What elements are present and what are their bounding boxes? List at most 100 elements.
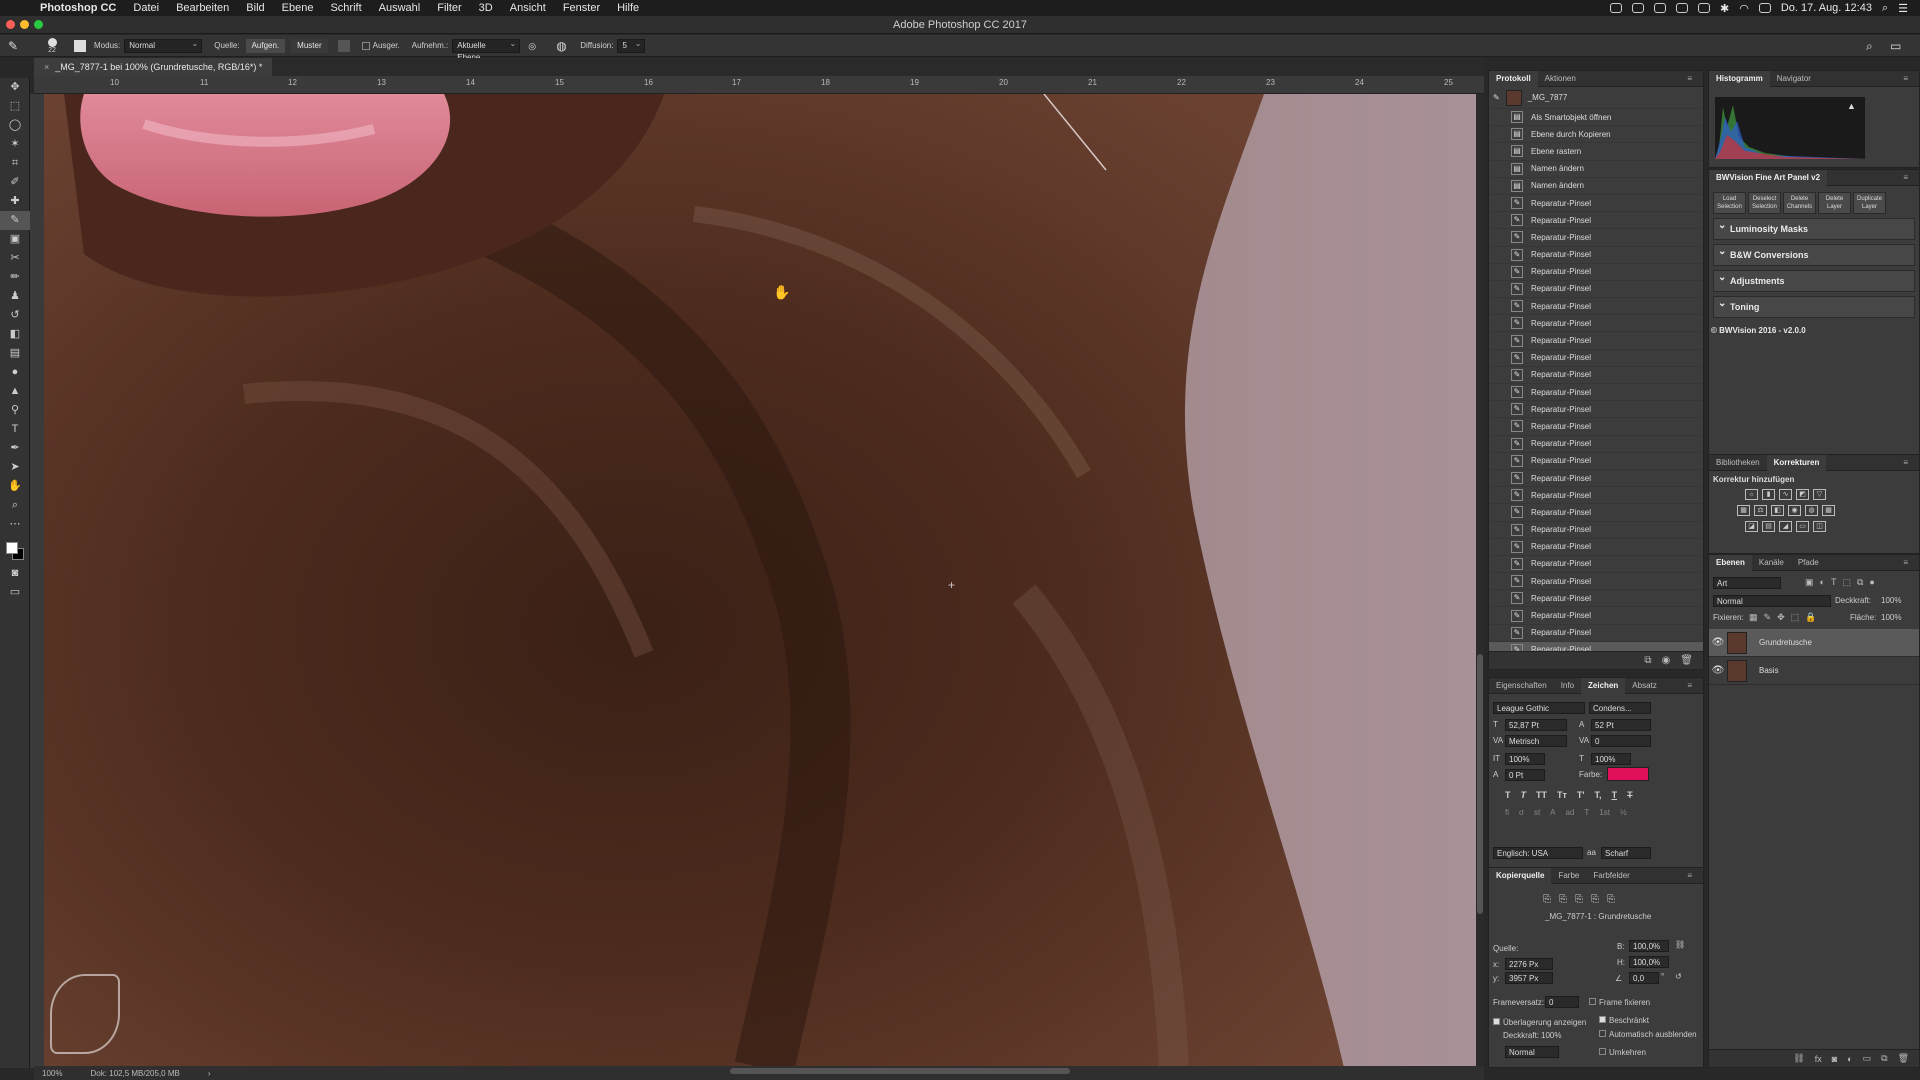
clone-source-4-icon[interactable]: ⎘ (1591, 894, 1599, 905)
time-machine-icon[interactable] (1697, 3, 1710, 13)
filter-type-icon[interactable]: T (1831, 577, 1837, 588)
panel-menu-icon[interactable]: ≡ (1680, 678, 1699, 694)
layer-row[interactable]: 👁 Basis (1709, 657, 1919, 685)
menu-app[interactable]: Photoshop CC (40, 2, 116, 14)
history-item[interactable]: ✎ Reparatur-Pinsel (1489, 522, 1703, 539)
layer-filter-select[interactable]: Art (1713, 577, 1781, 589)
blend-mode-select[interactable]: Normal (1713, 595, 1831, 607)
clone-source-5-icon[interactable]: ⎘ (1607, 894, 1615, 905)
filter-pixel-icon[interactable]: ▣ (1805, 577, 1814, 588)
menu-3d[interactable]: 3D (479, 2, 493, 14)
eraser-tool-icon[interactable]: ◧ (0, 325, 30, 344)
toggle-brush-panel-icon[interactable] (74, 39, 86, 52)
gradient-map-icon[interactable]: ▭ (1796, 521, 1809, 532)
pressure-icon[interactable]: ◍ (556, 39, 570, 53)
tab-pfade[interactable]: Pfade (1791, 555, 1826, 571)
history-item[interactable]: ▤ Namen ändern (1489, 161, 1703, 178)
superscript-button[interactable]: T' (1577, 790, 1585, 800)
history-item[interactable]: ✎ Reparatur-Pinsel (1489, 315, 1703, 333)
stamp-tool-icon[interactable]: ♟ (0, 287, 30, 306)
history-item[interactable]: ✎ Reparatur-Pinsel (1489, 436, 1703, 453)
lock-position-icon[interactable]: ✥ (1777, 612, 1785, 623)
load-selection-button[interactable]: Load Selection (1713, 192, 1746, 214)
history-item[interactable]: ✎ Reparatur-Pinsel (1489, 332, 1703, 350)
history-item[interactable]: ✎ Reparatur-Pinsel (1489, 298, 1703, 316)
minimize-window-button[interactable] (20, 20, 29, 29)
panel-menu-icon[interactable]: ≡ (1896, 555, 1915, 571)
menu-hilfe[interactable]: Hilfe (617, 2, 639, 14)
healing-brush-tool-icon[interactable]: ✎ (8, 39, 22, 53)
eyedropper-tool-icon[interactable]: ✐ (0, 173, 30, 192)
frame-offset-input[interactable]: 0 (1545, 996, 1579, 1008)
quick-mask-icon[interactable]: ◙ (0, 564, 30, 583)
history-item[interactable]: ▤ Als Smartobjekt öffnen (1489, 109, 1703, 127)
battery-icon[interactable] (1758, 3, 1771, 13)
invert-icon[interactable]: ◪ (1745, 521, 1758, 532)
section-bw-conversions[interactable]: B&W Conversions (1713, 242, 1915, 266)
dropbox-icon[interactable] (1653, 3, 1666, 13)
fractions-button[interactable]: ½ (1620, 808, 1627, 817)
status-icon[interactable] (1609, 3, 1622, 13)
filter-shape-icon[interactable]: ⬚ (1842, 577, 1851, 588)
link-scale-icon[interactable]: ⛓ (1675, 940, 1685, 949)
antialias-select[interactable]: Scharf (1601, 847, 1651, 859)
history-snapshot[interactable]: ✎ _MG_7877 (1489, 87, 1703, 109)
discretionary-ligatures-button[interactable]: σ (1519, 808, 1524, 817)
filter-smartobject-icon[interactable]: ⧉ (1857, 577, 1863, 588)
new-adjustment-icon[interactable]: ◐ (1847, 1054, 1852, 1064)
tab-kanale[interactable]: Kanäle (1752, 555, 1791, 571)
close-window-button[interactable] (6, 20, 15, 29)
vertical-scrollbar[interactable] (1476, 94, 1484, 1068)
history-item[interactable]: ▤ Ebene rastern (1489, 143, 1703, 161)
move-tool-icon[interactable]: ✥ (0, 78, 30, 97)
lock-artboard-icon[interactable]: ⬚ (1791, 612, 1800, 623)
black-white-icon[interactable]: ◧ (1771, 505, 1784, 516)
menu-fenster[interactable]: Fenster (563, 2, 600, 14)
panel-menu-icon[interactable]: ≡ (1896, 71, 1915, 87)
frame-fix-checkbox[interactable] (1589, 998, 1596, 1005)
underline-button[interactable]: T (1612, 790, 1618, 800)
section-toning[interactable]: Toning (1713, 294, 1915, 318)
tab-info[interactable]: Info (1554, 678, 1581, 694)
color-swatches[interactable] (0, 534, 29, 564)
menu-datei[interactable]: Datei (133, 2, 159, 14)
hue-saturation-icon[interactable]: ▦ (1737, 505, 1750, 516)
document-tab[interactable]: × _MG_7877-1 bei 100% (Grundretusche, RGB… (34, 58, 273, 76)
exposure-icon[interactable]: ◩ (1796, 489, 1809, 500)
scale-height-input[interactable]: 100,0% (1629, 956, 1669, 968)
search-icon[interactable]: ⌕ (1866, 39, 1880, 53)
source-sampled-button[interactable]: Aufgen. (245, 38, 286, 53)
deselect-selection-button[interactable]: Deselect Selection (1748, 192, 1781, 214)
brush-tool-icon[interactable]: ✏ (0, 268, 30, 287)
clone-source-1-icon[interactable]: ⎘ (1543, 894, 1551, 905)
clone-source-2-icon[interactable]: ⎘ (1559, 894, 1567, 905)
font-family-select[interactable]: League Gothic (1493, 702, 1585, 714)
menu-schrift[interactable]: Schrift (330, 2, 361, 14)
ordinal-button[interactable]: 1st (1599, 808, 1610, 817)
hand-tool-icon[interactable]: ✋ (0, 477, 30, 496)
filter-adjustment-icon[interactable]: ◐ (1820, 577, 1825, 588)
cloud-icon[interactable] (1631, 3, 1644, 13)
history-brush-tool-icon[interactable]: ↺ (0, 306, 30, 325)
marquee-tool-icon[interactable]: ⬚ (0, 97, 30, 116)
baseline-shift-input[interactable]: 0 Pt (1505, 769, 1545, 781)
source-pattern-button[interactable]: Muster (291, 38, 328, 53)
vertical-scale-input[interactable]: 100% (1505, 753, 1545, 765)
spot-healing-tool-icon[interactable]: ✚ (0, 192, 30, 211)
tab-eigenschaften[interactable]: Eigenschaften (1489, 678, 1554, 694)
pattern-picker[interactable] (337, 39, 350, 52)
history-item[interactable]: ✎ Reparatur-Pinsel (1489, 573, 1703, 591)
offset-y-input[interactable]: 3957 Px (1505, 972, 1553, 984)
tab-farbe[interactable]: Farbe (1551, 868, 1586, 884)
delete-layer-button[interactable]: Delete Layer (1818, 192, 1851, 214)
menu-filter[interactable]: Filter (437, 2, 461, 14)
horizontal-scale-input[interactable]: 100% (1591, 753, 1631, 765)
section-luminosity-masks[interactable]: Luminosity Masks (1713, 216, 1915, 240)
duplicate-layer-button[interactable]: Duplicate Layer (1853, 192, 1886, 214)
angle-input[interactable]: 0,0 (1629, 972, 1659, 984)
crop-tool-icon[interactable]: ⌗ (0, 154, 30, 173)
path-select-tool-icon[interactable]: ➤ (0, 458, 30, 477)
snapshot-camera-icon[interactable]: ◉ (1662, 655, 1671, 666)
panel-menu-icon[interactable]: ≡ (1896, 455, 1915, 471)
sharpen-tool-icon[interactable]: ▲ (0, 382, 30, 401)
